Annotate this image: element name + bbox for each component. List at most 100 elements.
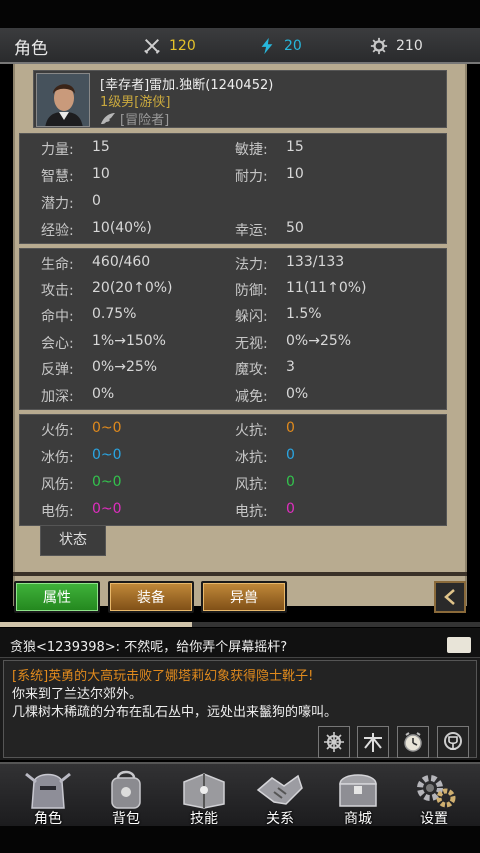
stat-value: 10(40%): [92, 220, 152, 236]
tab-status[interactable]: 状态: [40, 526, 106, 556]
nav-relations[interactable]: 关系: [242, 764, 318, 828]
lightning-icon: [261, 37, 273, 55]
stat-row: 会心: 1%→150% 无视: 0%→25%: [20, 329, 446, 355]
stat-row: 命中: 0.75% 躲闪: 1.5%: [20, 302, 446, 328]
trophy-icon[interactable]: [437, 726, 469, 758]
stat-value: 0%: [286, 386, 309, 402]
stat-label: 耐力:: [235, 169, 268, 185]
keyboard-icon[interactable]: [447, 637, 471, 653]
system-message: [系统]英勇的大高玩击败了娜塔莉幻象获得隐士靴子!: [12, 669, 314, 684]
stat-value: 20(20↑0%): [92, 280, 173, 296]
bottom-nav: 角色 背包 技能 关系 商城 设置: [0, 762, 480, 828]
nav-shop[interactable]: 商城: [320, 764, 396, 828]
stat-value: 0: [286, 474, 295, 490]
portrait-icon: [37, 74, 89, 126]
nav-character[interactable]: 角色: [10, 764, 86, 828]
nav-label: 背包: [112, 811, 140, 827]
stat-row: 攻击: 20(20↑0%) 防御: 11(11↑0%): [20, 276, 446, 302]
tab-equipment[interactable]: 装备: [108, 581, 194, 613]
chat-latest-text: 贪狼<1239398>: 不然呢，给你弄个屏幕摇杆?: [10, 640, 288, 655]
back-button[interactable]: [434, 581, 466, 613]
stat-row: 力量: 15 敏捷: 15: [20, 135, 446, 161]
stat-row: 加深: 0% 减免: 0%: [20, 382, 446, 408]
element-stats-box: 火伤: 0~0 火抗: 0 冰伤: 0~0 冰抗: 0 风伤: 0~0 风抗: …: [19, 414, 447, 526]
attack-value: 120: [169, 38, 196, 54]
energy-value: 20: [284, 38, 302, 54]
character-class: [冒险者]: [100, 109, 169, 128]
stat-label: 幸运:: [235, 223, 268, 239]
stat-value: 0: [286, 447, 295, 463]
nav-label: 商城: [344, 811, 372, 827]
header-bar: 角色 120 20 210: [0, 28, 480, 64]
stat-value: 10: [92, 166, 110, 182]
nav-skills[interactable]: 技能: [166, 764, 242, 828]
stat-row: 风伤: 0~0 风抗: 0: [20, 470, 446, 496]
stat-label: 反弹:: [41, 362, 74, 378]
stat-label: 防御:: [235, 283, 268, 299]
resource-attack: 120: [143, 36, 196, 56]
class-tag: [冒险者]: [120, 113, 170, 128]
stat-row: 潜力: 0: [20, 189, 446, 215]
chat-latest[interactable]: 贪狼<1239398>: 不然呢，给你弄个屏幕摇杆?: [0, 628, 480, 658]
character-level: 1级男[游侠]: [100, 95, 171, 110]
avatar[interactable]: [36, 73, 90, 127]
stat-value: 0%→25%: [286, 333, 352, 349]
stat-row: 反弹: 0%→25% 魔攻: 3: [20, 355, 446, 381]
wood-icon[interactable]: [357, 726, 389, 758]
stat-value: 0~0: [92, 420, 122, 436]
stat-value: 0: [92, 193, 101, 209]
stat-value: 15: [286, 139, 304, 155]
backpack-icon: [111, 770, 141, 809]
stat-label: 力量:: [41, 142, 74, 158]
log-line: 几棵树木稀疏的分布在乱石丛中，远处出来鬣狗的嚎叫。: [12, 705, 338, 720]
stat-value: 10: [286, 166, 304, 182]
stat-value: 50: [286, 220, 304, 236]
stat-label: 法力:: [235, 257, 268, 273]
stat-value: 0: [286, 420, 295, 436]
stat-label: 电伤:: [41, 504, 74, 520]
stat-label: 生命:: [41, 257, 74, 273]
material-value: 210: [396, 38, 423, 54]
progress-bar: [0, 622, 480, 627]
stat-label: 火伤:: [41, 423, 74, 439]
stat-value: 0: [286, 501, 295, 517]
stat-label: 会心:: [41, 336, 74, 352]
stat-row: 冰伤: 0~0 冰抗: 0: [20, 443, 446, 469]
tab-attributes[interactable]: 属性: [14, 581, 100, 613]
stat-value: 1%→150%: [92, 333, 166, 349]
stat-label: 冰伤:: [41, 450, 74, 466]
stat-label: 躲闪:: [235, 309, 268, 325]
stat-label: 减免:: [235, 389, 268, 405]
stat-label: 风抗:: [235, 477, 268, 493]
clock-icon[interactable]: [397, 726, 429, 758]
page-title: 角色: [14, 39, 48, 59]
progress-fill: [0, 622, 192, 627]
stat-row: 生命: 460/460 法力: 133/133: [20, 250, 446, 276]
stat-label: 命中:: [41, 309, 74, 325]
stat-value: 0.75%: [92, 306, 137, 322]
stat-label: 火抗:: [235, 423, 268, 439]
nav-backpack[interactable]: 背包: [88, 764, 164, 828]
stat-row: 经验: 10(40%) 幸运: 50: [20, 216, 446, 242]
stat-label: 智慧:: [41, 169, 74, 185]
tab-beast[interactable]: 异兽: [201, 581, 287, 613]
crossed-swords-icon: [144, 38, 160, 54]
nav-label: 技能: [190, 811, 218, 827]
stat-label: 魔攻:: [235, 362, 268, 378]
combat-stats-box: 生命: 460/460 法力: 133/133 攻击: 20(20↑0%) 防御…: [19, 248, 447, 410]
status-bar-strip: [0, 0, 480, 28]
stat-value: 0%→25%: [92, 359, 158, 375]
handshake-icon: [256, 774, 303, 805]
stat-label: 风伤:: [41, 477, 74, 493]
chevron-left-icon: [444, 589, 455, 605]
stat-value: 0%: [92, 386, 115, 402]
stat-label: 加深:: [41, 389, 74, 405]
stat-value: 0~0: [92, 447, 122, 463]
stat-label: 经验:: [41, 223, 74, 239]
ship-wheel-icon[interactable]: [318, 726, 350, 758]
stat-row: 电伤: 0~0 电抗: 0: [20, 497, 446, 523]
nav-settings[interactable]: 设置: [396, 764, 472, 828]
stat-label: 敏捷:: [235, 142, 268, 158]
system-nav-strip: [0, 826, 480, 853]
resource-energy: 20: [258, 36, 302, 56]
